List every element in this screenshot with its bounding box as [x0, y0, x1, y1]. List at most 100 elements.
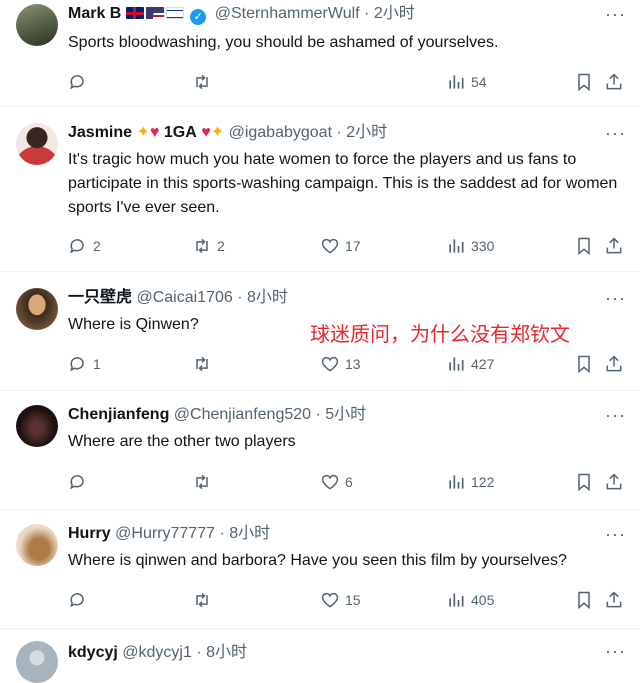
timestamp[interactable]: · 8小时	[219, 525, 270, 542]
views-button[interactable]: 427	[446, 352, 494, 376]
avatar[interactable]	[16, 641, 58, 683]
share-icon	[606, 355, 622, 372]
like-button[interactable]: 13	[320, 352, 361, 376]
more-options-icon[interactable]: ···	[605, 524, 626, 545]
views-button[interactable]: 330	[446, 234, 494, 258]
flag-uk-icon	[125, 7, 144, 19]
user-handle[interactable]: @igababygoat	[229, 124, 332, 141]
reply-count: 2	[93, 238, 101, 254]
bookmark-button[interactable]	[574, 234, 594, 258]
action-bar: 1 13 427	[68, 352, 624, 376]
avatar[interactable]	[16, 524, 58, 566]
retweet-icon	[196, 592, 208, 608]
share-button[interactable]	[604, 352, 624, 376]
retweet-button[interactable]	[192, 352, 212, 376]
timestamp[interactable]: · 2小时	[364, 5, 415, 22]
like-button[interactable]: 6	[320, 470, 353, 494]
share-button[interactable]	[604, 70, 624, 94]
user-handle[interactable]: @Caicai1706	[136, 289, 232, 306]
views-button[interactable]: 405	[446, 588, 494, 612]
like-count: 17	[345, 238, 361, 254]
tweet-1[interactable]: Mark B ✓ @SternhammerWulf · 2小时 ··· Spor…	[0, 0, 640, 107]
share-button[interactable]	[604, 470, 624, 494]
share-icon	[606, 73, 622, 90]
action-bar: 54	[68, 70, 624, 94]
like-button[interactable]: 17	[320, 234, 361, 258]
heart-emoji-icon: ♥	[149, 124, 160, 141]
action-bar: 2 2 17 330	[68, 234, 624, 258]
tweet-header: Hurry @Hurry77777 · 8小时	[68, 524, 270, 544]
timestamp[interactable]: · 8小时	[237, 289, 288, 306]
views-icon	[449, 593, 464, 607]
retweet-button[interactable]: 2	[192, 234, 225, 258]
more-options-icon[interactable]: ···	[605, 4, 626, 25]
reply-button[interactable]: 1	[68, 352, 101, 376]
retweet-button[interactable]	[192, 470, 212, 494]
verified-icon: ✓	[190, 9, 207, 25]
tweet-6[interactable]: kdycyj @kdycyj1 · 8小时 ···	[0, 629, 640, 683]
share-button[interactable]	[604, 588, 624, 612]
flag-il-icon	[165, 7, 184, 19]
timestamp[interactable]: · 2小时	[336, 124, 387, 141]
share-icon	[606, 591, 622, 608]
views-button[interactable]: 122	[446, 470, 494, 494]
retweet-button[interactable]	[192, 70, 212, 94]
reply-button[interactable]	[68, 70, 88, 94]
sparkle-emoji-icon: ✦	[136, 124, 150, 141]
bookmark-button[interactable]	[574, 70, 594, 94]
bookmark-icon	[578, 591, 590, 610]
more-options-icon[interactable]: ···	[605, 288, 626, 309]
heart-emoji-icon: ♥	[201, 124, 211, 141]
like-count: 13	[345, 356, 361, 372]
retweet-icon	[196, 474, 208, 490]
views-count: 122	[471, 474, 495, 490]
timestamp[interactable]: · 5小时	[315, 406, 366, 423]
annotation-text: 球迷质问，为什么没有郑钦文	[310, 322, 570, 346]
heart-icon	[321, 238, 339, 254]
avatar[interactable]	[16, 288, 58, 330]
reply-button[interactable]	[68, 470, 88, 494]
display-name[interactable]: Jasmine	[68, 124, 132, 141]
display-name[interactable]: Mark B	[68, 5, 121, 22]
tweet-text: Sports bloodwashing, you should be asham…	[68, 34, 499, 51]
views-count: 405	[471, 592, 495, 608]
retweet-button[interactable]	[192, 588, 212, 612]
display-name[interactable]: kdycyj	[68, 644, 118, 661]
views-button[interactable]: 54	[446, 70, 487, 94]
retweet-icon	[196, 74, 208, 90]
user-handle[interactable]: @Chenjianfeng520	[174, 406, 311, 423]
reply-icon	[70, 357, 84, 372]
views-count: 427	[471, 356, 495, 372]
bookmark-button[interactable]	[574, 352, 594, 376]
more-options-icon[interactable]: ···	[605, 405, 626, 426]
user-handle[interactable]: @SternhammerWulf	[215, 5, 360, 22]
tweet-4[interactable]: Chenjianfeng @Chenjianfeng520 · 5小时 ··· …	[0, 391, 640, 510]
more-options-icon[interactable]: ···	[605, 641, 626, 662]
tweet-2[interactable]: Jasmine ✦♥ 1GA ♥✦ @igababygoat · 2小时 ···…	[0, 107, 640, 272]
flag-us-icon	[145, 7, 164, 19]
reply-button[interactable]: 2	[68, 234, 101, 258]
bookmark-button[interactable]	[574, 470, 594, 494]
heart-icon	[321, 356, 339, 372]
display-name[interactable]: 一只壁虎	[68, 289, 132, 306]
views-icon	[449, 239, 464, 253]
views-count: 54	[471, 74, 487, 90]
like-count: 6	[345, 474, 353, 490]
avatar[interactable]	[16, 4, 58, 46]
like-button[interactable]: 15	[320, 588, 361, 612]
reply-count: 1	[93, 356, 101, 372]
user-handle[interactable]: @Hurry77777	[115, 525, 215, 542]
avatar[interactable]	[16, 405, 58, 447]
reply-button[interactable]	[68, 588, 88, 612]
avatar[interactable]	[16, 123, 58, 165]
tweet-5[interactable]: Hurry @Hurry77777 · 8小时 ··· Where is qin…	[0, 510, 640, 629]
bookmark-button[interactable]	[574, 588, 594, 612]
timestamp[interactable]: · 8小时	[196, 644, 247, 661]
display-name[interactable]: Hurry	[68, 525, 111, 542]
display-name[interactable]: Chenjianfeng	[68, 406, 169, 423]
bookmark-icon	[578, 473, 590, 492]
more-options-icon[interactable]: ···	[605, 123, 626, 144]
views-count: 330	[471, 238, 495, 254]
user-handle[interactable]: @kdycyj1	[122, 644, 192, 661]
share-button[interactable]	[604, 234, 624, 258]
